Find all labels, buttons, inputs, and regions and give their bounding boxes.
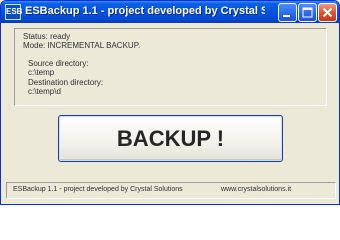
source-directory-value: c:\temp xyxy=(28,68,55,77)
status-line: Status: ready xyxy=(23,32,71,41)
mode-line: Mode: INCREMENTAL BACKUP. xyxy=(23,41,141,50)
window-title: ESBackup 1.1 - project developed by Crys… xyxy=(25,5,265,17)
title-bar[interactable]: ESB ESBackup 1.1 - project developed by … xyxy=(1,1,339,23)
maximize-icon xyxy=(302,7,313,18)
close-icon xyxy=(322,7,333,18)
status-panel: Status: ready Mode: INCREMENTAL BACKUP. … xyxy=(14,28,327,106)
app-window: ESB ESBackup 1.1 - project developed by … xyxy=(0,0,340,205)
footer-credits: ESBackup 1.1 - project developed by Crys… xyxy=(13,186,183,193)
minimize-icon xyxy=(283,15,290,17)
status-bar: ESBackup 1.1 - project developed by Crys… xyxy=(6,182,336,199)
footer-website: www.crystalsolutions.it xyxy=(221,186,292,193)
maximize-button[interactable] xyxy=(298,3,317,22)
destination-directory-value: c:\temp\d xyxy=(28,87,61,96)
minimize-button[interactable] xyxy=(278,3,297,22)
app-icon[interactable]: ESB xyxy=(5,4,22,20)
source-directory-label: Source directory: xyxy=(28,59,89,68)
backup-button[interactable]: BACKUP ! xyxy=(58,115,283,162)
close-button[interactable] xyxy=(318,3,337,22)
destination-directory-label: Destination directory: xyxy=(28,78,104,87)
